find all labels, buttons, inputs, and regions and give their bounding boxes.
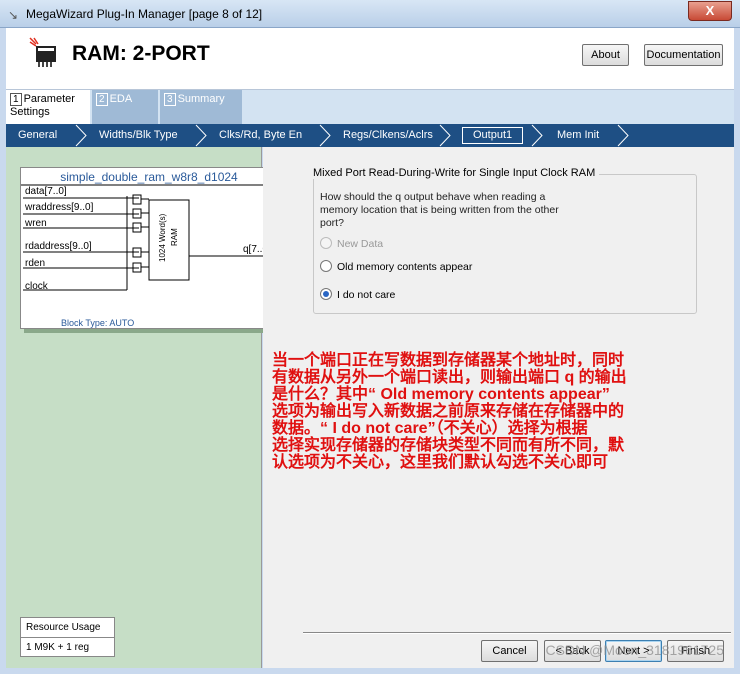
radio-circle — [320, 260, 332, 273]
title-bar: ↘ MegaWizard Plug-In Manager [page 8 of … — [0, 0, 740, 28]
chip-icon — [29, 37, 56, 67]
subtab-mem-init[interactable]: Mem Init — [557, 124, 599, 147]
group-title: Mixed Port Read-During-Write for Single … — [313, 167, 600, 179]
annotation-text: 当一个端口正在写数据到存储器某个地址时，同时 有数据从另外一个端口读出，则输出端… — [272, 352, 627, 471]
wizard-header: RAM: 2-PORT About Documentation — [6, 28, 734, 90]
sub-tabs: General Widths/Blk Type Clks/Rd, Byte En… — [6, 124, 734, 147]
chevron-right-icon — [439, 124, 451, 147]
ram-label-ram: RAM — [170, 228, 179, 246]
block-type-label: Block Type: AUTO — [61, 318, 135, 328]
tab-summary[interactable]: 3 Summary — [160, 90, 242, 124]
about-button[interactable]: About — [582, 44, 629, 66]
pin-wren: wren — [25, 218, 47, 229]
main-tabs: 1 Parameter Settings 2 EDA 3 Summary — [6, 90, 734, 124]
page-title: RAM: 2-PORT — [72, 42, 210, 65]
radio-i-do-not-care[interactable]: I do not care — [320, 288, 395, 301]
documentation-button[interactable]: Documentation — [644, 44, 723, 66]
chevron-right-icon — [319, 124, 331, 147]
subtab-clks[interactable]: Clks/Rd, Byte En — [219, 124, 302, 147]
radio-old-memory-contents[interactable]: Old memory contents appear — [320, 260, 472, 273]
cancel-button[interactable]: Cancel — [481, 640, 538, 662]
block-diagram-pane: simple_double_ram_w8r8_d1024 1024 Word(s… — [6, 147, 279, 668]
options-pane: Mixed Port Read-During-Write for Single … — [263, 147, 734, 668]
pin-rdaddress: rdaddress[9..0] — [25, 241, 92, 252]
subtab-general[interactable]: General — [18, 124, 57, 147]
pin-data: data[7..0] — [25, 186, 67, 197]
chevron-right-icon — [531, 124, 543, 147]
pin-rden: rden — [25, 258, 46, 269]
resource-usage-box: Resource Usage 1 M9K + 1 reg — [20, 617, 115, 657]
chevron-right-icon — [617, 124, 629, 147]
close-button[interactable]: X — [688, 1, 732, 21]
resource-usage-value: 1 M9K + 1 reg — [21, 637, 114, 656]
chevron-right-icon — [75, 124, 87, 147]
pin-clock: clock — [25, 281, 48, 292]
window-title: MegaWizard Plug-In Manager [page 8 of 12… — [26, 7, 263, 21]
watermark: CSDN @Moon_3181961725 — [545, 642, 724, 658]
question-text: How should the q output behave when read… — [320, 191, 559, 229]
pin-wraddress: wraddress[9..0] — [25, 202, 94, 213]
ram-block-symbol: simple_double_ram_w8r8_d1024 1024 Word(s… — [20, 167, 279, 329]
subtab-output1[interactable]: Output1 — [462, 127, 524, 144]
radio-circle-selected — [320, 288, 332, 301]
tab-parameter-settings[interactable]: 1 Parameter Settings — [6, 90, 90, 124]
radio-circle — [320, 237, 332, 250]
chevron-right-icon — [195, 124, 207, 147]
app-icon: ↘ — [8, 8, 19, 22]
footer-separator — [303, 632, 731, 634]
tab-eda[interactable]: 2 EDA — [92, 90, 158, 124]
subtab-widths[interactable]: Widths/Blk Type — [99, 124, 178, 147]
resource-usage-title: Resource Usage — [26, 622, 101, 633]
radio-new-data[interactable]: New Data — [320, 237, 383, 250]
ram-label-words: 1024 Word(s) — [158, 213, 167, 262]
subtab-regs[interactable]: Regs/Clkens/Aclrs — [343, 124, 433, 147]
